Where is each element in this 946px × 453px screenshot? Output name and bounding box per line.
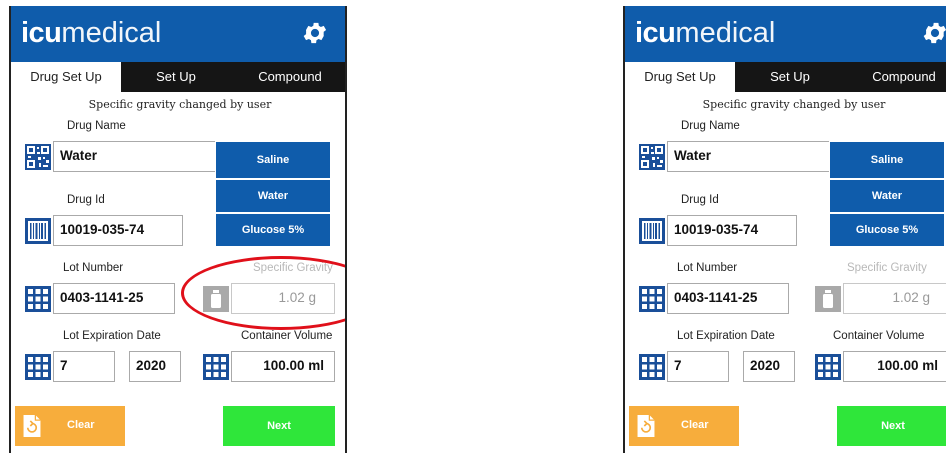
glucose-5-button[interactable]: Glucose 5%	[215, 213, 331, 247]
clear-button-label: Clear	[681, 419, 709, 431]
app-screen-left: icumedical Drug Set Up Set Up Compound S…	[9, 6, 347, 453]
drug-id-field[interactable]: 10019-035-74	[53, 215, 183, 246]
icu-medical-logo: icumedical	[21, 17, 162, 49]
next-button[interactable]: Next	[837, 406, 946, 446]
app-header: icumedical	[11, 6, 345, 62]
expiration-year-field[interactable]: 2020	[743, 351, 795, 382]
expiration-year-field[interactable]: 2020	[129, 351, 181, 382]
clear-button[interactable]: Clear	[15, 406, 125, 446]
barcode-icon[interactable]	[639, 218, 665, 244]
saline-button[interactable]: Saline	[215, 141, 331, 179]
tab-compound[interactable]: Compound	[231, 62, 345, 92]
grid-icon[interactable]	[203, 354, 229, 380]
clear-button-label: Clear	[67, 419, 95, 431]
grid-icon[interactable]	[25, 354, 51, 380]
container-volume-label: Container Volume	[241, 330, 333, 342]
drug-name-field[interactable]: Water	[667, 141, 831, 172]
specific-gravity-field: 1.02 g	[843, 283, 946, 314]
lot-number-label: Lot Number	[63, 262, 124, 274]
drug-id-label: Drug Id	[681, 194, 719, 206]
grid-icon[interactable]	[25, 286, 51, 312]
status-note: Specific gravity changed by user	[702, 98, 886, 111]
lot-number-field[interactable]: 0403-1141-25	[53, 283, 175, 314]
drug-id-field[interactable]: 10019-035-74	[667, 215, 797, 246]
water-button[interactable]: Water	[215, 179, 331, 213]
drug-name-label: Drug Name	[681, 120, 740, 132]
saline-button[interactable]: Saline	[829, 141, 945, 179]
tab-set-up[interactable]: Set Up	[735, 62, 845, 92]
clear-button[interactable]: Clear	[629, 406, 739, 446]
tab-drug-set-up[interactable]: Drug Set Up	[625, 62, 735, 92]
qr-code-icon[interactable]	[25, 144, 51, 170]
app-header: icumedical	[625, 6, 946, 62]
grid-icon[interactable]	[815, 354, 841, 380]
highlight-circle	[181, 256, 345, 330]
bottle-icon	[815, 286, 841, 312]
lot-number-field[interactable]: 0403-1141-25	[667, 283, 789, 314]
icu-medical-logo: icumedical	[635, 17, 776, 49]
qr-code-icon[interactable]	[639, 144, 665, 170]
container-volume-field[interactable]: 100.00 ml	[231, 351, 335, 382]
tab-set-up[interactable]: Set Up	[121, 62, 231, 92]
barcode-icon[interactable]	[25, 218, 51, 244]
glucose-5-button[interactable]: Glucose 5%	[829, 213, 945, 247]
lot-expiration-label: Lot Expiration Date	[63, 330, 161, 342]
expiration-month-field[interactable]: 7	[53, 351, 115, 382]
app-screen-right: icumedical Drug Set Up Set Up Compound S…	[623, 6, 946, 453]
grid-icon[interactable]	[639, 354, 665, 380]
container-volume-label: Container Volume	[833, 330, 925, 342]
clear-icon	[21, 412, 43, 440]
tab-bar: Drug Set Up Set Up Compound	[625, 62, 946, 92]
lot-number-label: Lot Number	[677, 262, 738, 274]
tab-compound[interactable]: Compound	[845, 62, 946, 92]
container-volume-field[interactable]: 100.00 ml	[843, 351, 946, 382]
gear-icon[interactable]	[301, 19, 329, 47]
clear-icon	[635, 412, 657, 440]
status-note: Specific gravity changed by user	[88, 98, 272, 111]
drug-name-field[interactable]: Water	[53, 141, 217, 172]
next-button[interactable]: Next	[223, 406, 335, 446]
drug-id-label: Drug Id	[67, 194, 105, 206]
water-button[interactable]: Water	[829, 179, 945, 213]
tab-bar: Drug Set Up Set Up Compound	[11, 62, 345, 92]
drug-name-label: Drug Name	[67, 120, 126, 132]
specific-gravity-label: Specific Gravity	[847, 262, 927, 274]
expiration-month-field[interactable]: 7	[667, 351, 729, 382]
lot-expiration-label: Lot Expiration Date	[677, 330, 775, 342]
gear-icon[interactable]	[921, 19, 946, 47]
grid-icon[interactable]	[639, 286, 665, 312]
tab-drug-set-up[interactable]: Drug Set Up	[11, 62, 121, 92]
